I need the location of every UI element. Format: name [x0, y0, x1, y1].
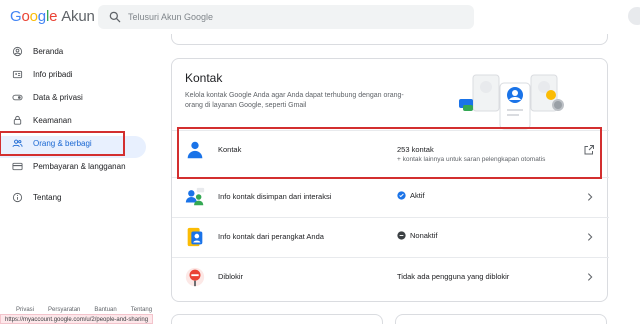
toggle-icon — [12, 94, 23, 101]
logo-google-text: Google — [10, 8, 58, 25]
sidebar-item-label: Keamanan — [33, 116, 72, 125]
row-device-contacts[interactable]: Info kontak dari perangkat Anda Nonaktif — [172, 217, 609, 255]
sidebar-item-orang-berbagi[interactable]: Orang & berbagi — [0, 131, 125, 156]
credit-card-icon — [12, 162, 23, 171]
sidebar-item-pembayaran[interactable]: Pembayaran & langganan — [0, 155, 150, 178]
chevron-right-icon[interactable] — [585, 191, 595, 203]
sidebar: Beranda Info pribadi Data & privasi Keam… — [0, 40, 150, 209]
next-card-right — [395, 314, 607, 324]
previous-card — [171, 34, 608, 45]
google-account-logo[interactable]: Google Akun — [10, 8, 95, 25]
search-input[interactable] — [128, 5, 458, 29]
info-icon — [12, 192, 23, 203]
lock-icon — [13, 115, 22, 125]
row-label: Diblokir — [218, 272, 244, 281]
sidebar-item-label: Info pribadi — [33, 70, 73, 79]
footer-link-privasi[interactable]: Privasi — [16, 307, 34, 313]
next-card-left — [171, 314, 383, 324]
chevron-right-icon[interactable] — [585, 271, 595, 283]
row-blocked[interactable]: Diblokir Tidak ada pengguna yang dibloki… — [172, 257, 609, 295]
logo-product-text: Akun — [61, 8, 95, 25]
status-bar-url: https://myaccount.google.com/u/2/people-… — [0, 314, 154, 324]
sidebar-item-label: Tentang — [33, 193, 62, 202]
device-contacts-icon — [187, 227, 203, 247]
sidebar-item-label: Pembayaran & langganan — [33, 162, 126, 171]
top-bar: Google Akun — [0, 0, 640, 34]
search-icon — [109, 11, 121, 23]
card-description: Kelola kontak Google Anda agar Anda dapa… — [185, 92, 404, 109]
sidebar-item-info-pribadi[interactable]: Info pribadi — [0, 63, 150, 86]
home-icon — [12, 46, 23, 57]
search-bar[interactable] — [98, 5, 474, 29]
status-nonaktif: Nonaktif — [397, 231, 438, 240]
contacts-illustration — [459, 74, 564, 130]
status-aktif: Aktif — [397, 191, 425, 200]
sidebar-item-label: Orang & berbagi — [33, 139, 92, 148]
chevron-right-icon[interactable] — [585, 231, 595, 243]
sidebar-item-label: Data & privasi — [33, 93, 83, 102]
row-label: Info kontak dari perangkat Anda — [218, 232, 324, 241]
id-card-icon — [12, 70, 23, 79]
footer-links: Privasi Persyaratan Bantuan Tentang — [16, 307, 152, 313]
footer-link-persyaratan[interactable]: Persyaratan — [48, 307, 80, 313]
sidebar-item-beranda[interactable]: Beranda — [0, 40, 150, 63]
card-title: Kontak — [185, 71, 223, 85]
blocked-icon — [185, 267, 205, 287]
sidebar-item-tentang[interactable]: Tentang — [0, 186, 150, 209]
footer-link-bantuan[interactable]: Bantuan — [94, 307, 116, 313]
avatar[interactable] — [628, 7, 640, 25]
row-label: Info kontak disimpan dari interaksi — [218, 192, 332, 201]
status-text: Aktif — [410, 191, 425, 200]
check-circle-icon — [397, 191, 406, 200]
contacts-interaction-icon — [185, 187, 205, 206]
row-interaction-contacts[interactable]: Info kontak disimpan dari interaksi Akti… — [172, 177, 609, 215]
people-icon — [12, 139, 23, 147]
contacts-card: Kontak Kelola kontak Google Anda agar An… — [171, 58, 609, 302]
status-text: Nonaktif — [410, 231, 438, 240]
sidebar-item-data-privasi[interactable]: Data & privasi — [0, 86, 150, 109]
footer-link-tentang[interactable]: Tentang — [131, 307, 152, 313]
kontak-row-highlight — [177, 127, 602, 179]
sidebar-item-keamanan[interactable]: Keamanan — [0, 109, 150, 132]
minus-circle-icon — [397, 231, 406, 240]
blocked-summary: Tidak ada pengguna yang diblokir — [397, 272, 510, 281]
sidebar-item-label: Beranda — [33, 47, 64, 56]
